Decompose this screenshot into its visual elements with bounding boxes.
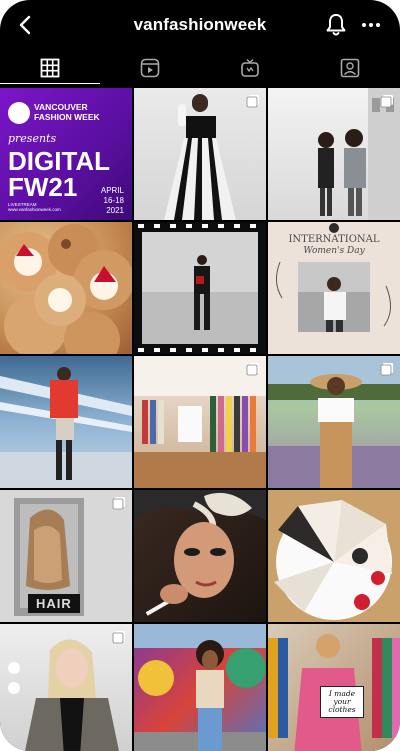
more-options-icon[interactable] [360,15,382,35]
date-days: 16-18 [103,196,124,205]
post-runway-red-jacket[interactable] [0,356,132,488]
multiple-posts-icon [112,497,125,510]
poster-headline: DIGITAL FW21 [8,148,110,200]
notification-bell-icon[interactable] [324,12,348,38]
poster-date: APRIL 16-18 2021 [101,186,124,216]
reels-icon [140,58,160,78]
post-clothing-boutique[interactable] [134,356,266,488]
igtv-icon [241,59,259,77]
makeup-image [134,490,266,616]
film-strip-image [134,222,266,354]
multiple-posts-icon [380,95,393,108]
brand-line-1: VANCOUVER [34,102,88,112]
poster-livestream: LIVESTREAM www.vanfashionweek.com [8,202,61,212]
cake-image [268,490,400,622]
post-i-made-your-clothes[interactable]: I made your clothes [268,624,400,751]
donuts-image [0,224,132,354]
iwd-artwork [276,223,391,332]
profile-header: vanfashionweek [0,0,400,50]
post-digital-fw21[interactable]: VANCOUVER FASHION WEEK presents DIGITAL … [0,88,132,220]
posts-grid: VANCOUVER FASHION WEEK presents DIGITAL … [0,88,400,751]
profile-tabs [0,52,400,84]
tab-reels[interactable] [100,52,200,84]
date-year: 2021 [106,206,124,215]
post-hair[interactable]: HAIR [0,490,132,622]
runway-image [0,367,132,488]
poster-presents: presents [8,132,57,145]
vfw-logo-icon [8,102,30,124]
multiple-posts-icon [246,363,259,376]
i-made-your-clothes-sign: I made your clothes [320,686,364,718]
back-icon[interactable] [14,13,38,37]
grid-icon [40,58,60,78]
tab-grid[interactable] [0,52,100,84]
multiple-posts-icon [112,631,125,644]
post-strawberry-donuts[interactable] [0,222,132,354]
tab-tagged[interactable] [300,52,400,84]
sign-line-3: clothes [328,705,356,714]
profile-username: vanfashionweek [133,15,267,34]
mural-image [134,624,266,751]
post-striped-gown[interactable] [134,88,266,220]
tab-igtv[interactable] [200,52,300,84]
phone-screen: vanfashionweek VANCOUVER FASHION WEEK pr… [0,0,400,751]
post-makeup-artist[interactable] [134,490,266,622]
hair-label: HAIR [28,594,80,613]
post-woman-in-hat[interactable] [268,356,400,488]
poster-brand: VANCOUVER FASHION WEEK [34,102,100,122]
post-mural-wall[interactable] [134,624,266,751]
tagged-icon [340,58,360,78]
stream-url: www.vanfashionweek.com [8,207,61,212]
post-two-women[interactable] [268,88,400,220]
multiple-posts-icon [380,363,393,376]
multiple-posts-icon [246,95,259,108]
post-blonde-blazer[interactable] [0,624,132,751]
brand-line-2: FASHION WEEK [34,112,100,122]
headline-line-2: FW21 [8,172,78,202]
post-international-womens-day[interactable]: INTERNATIONAL Women's Day [268,222,400,354]
post-film-strip[interactable] [134,222,266,354]
date-month: APRIL [100,186,124,195]
post-cake-slices[interactable] [268,490,400,622]
